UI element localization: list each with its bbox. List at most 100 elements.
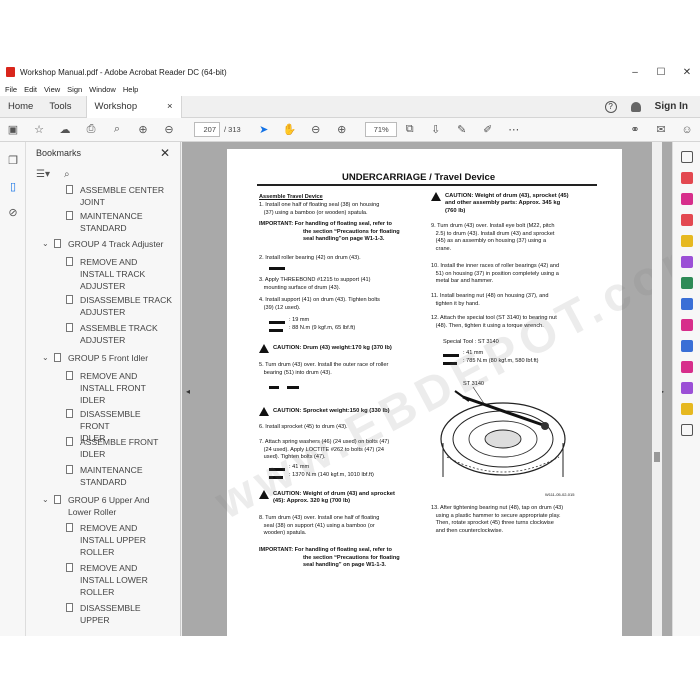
- bookmarks-panel: Bookmarks ✕ ☰▾ ⌕ ASSEMBLE CENTER JOINT MA…: [26, 142, 181, 636]
- compress-pdf-icon[interactable]: [680, 277, 693, 289]
- bookmark-item[interactable]: REMOVE AND INSTALL UPPER ROLLER: [66, 522, 146, 558]
- save-icon[interactable]: ▣: [5, 122, 21, 138]
- fit-page-icon[interactable]: ⧉: [402, 122, 418, 138]
- edit-pdf-icon[interactable]: [680, 361, 693, 373]
- draw-icon[interactable]: ✐: [480, 122, 496, 138]
- print-icon[interactable]: ⎙: [83, 122, 99, 138]
- comment-icon[interactable]: ✎: [454, 122, 470, 138]
- select-cursor-icon[interactable]: ➤: [256, 122, 272, 138]
- step-text: 1. Install one half of floating seal (38…: [259, 202, 380, 216]
- figure-code: W111-05-02-015: [545, 492, 575, 497]
- zoom-in-icon[interactable]: ⊕: [334, 122, 350, 138]
- maximize-button[interactable]: ☐: [648, 67, 674, 78]
- tool-icon: [269, 267, 285, 270]
- tab-document[interactable]: Workshop Manual... ×: [85, 95, 182, 134]
- email-icon[interactable]: ✉: [653, 122, 669, 138]
- next-page-icon[interactable]: ⊖: [161, 122, 177, 138]
- bookmark-item[interactable]: DISASSEMBLE TRACK ADJUSTER: [66, 294, 172, 318]
- page-thumbnails-icon[interactable]: ❐: [5, 152, 21, 168]
- chevron-down-icon[interactable]: ⌄: [42, 238, 49, 250]
- organize-pages-icon[interactable]: [680, 256, 693, 268]
- bookmark-item[interactable]: MAINTENANCE STANDARD: [66, 464, 143, 488]
- bookmark-item[interactable]: DISASSEMBLE UPPER: [66, 602, 172, 626]
- menu-view[interactable]: View: [44, 85, 60, 94]
- menu-window[interactable]: Window: [89, 85, 116, 94]
- zoom-out-icon[interactable]: ⊖: [308, 122, 324, 138]
- torque-icon: [269, 329, 283, 332]
- document-scrollbar[interactable]: [652, 142, 662, 636]
- create-pdf-icon[interactable]: [680, 193, 693, 205]
- bookmark-item[interactable]: REMOVE AND INSTALL LOWER ROLLER: [66, 562, 148, 598]
- tab-bar: Home Tools Workshop Manual... × ? Sign I…: [0, 95, 700, 134]
- page-number-input[interactable]: 207: [194, 122, 220, 137]
- pdf-page: UNDERCARRIAGE / Travel Device Assemble T…: [207, 149, 672, 636]
- notification-bell-icon[interactable]: [630, 101, 641, 112]
- bookmark-group-item[interactable]: ⌄ GROUP 4 Track Adjuster: [42, 238, 163, 250]
- combine-files-icon[interactable]: [680, 214, 693, 226]
- bookmark-icon: [66, 295, 73, 304]
- step-text: 11. Install bearing nut (48) on housing …: [431, 293, 549, 307]
- more-tools-icon[interactable]: [680, 424, 693, 436]
- zoom-search-icon[interactable]: ⌕: [109, 122, 125, 138]
- zoom-level-select[interactable]: 71%: [364, 122, 397, 137]
- bookmark-item[interactable]: ASSEMBLE FRONT IDLER: [66, 436, 158, 460]
- main-toolbar: ▣ ☆ ☁ ⎙ ⌕ ⊕ ⊖ 207 / 313 ➤ ✋ ⊖ ⊕ 71% ⧉ ⇩ …: [0, 118, 700, 142]
- menu-edit[interactable]: Edit: [24, 85, 37, 94]
- bookmark-item[interactable]: REMOVE AND INSTALL FRONT IDLER: [66, 370, 146, 406]
- caution-note: CAUTION: Weight of drum (43), sprocket (…: [445, 193, 569, 214]
- collapse-left-icon[interactable]: ◂: [186, 387, 190, 396]
- bookmark-group-item[interactable]: ⌄ GROUP 5 Front Idler: [42, 352, 148, 364]
- left-nav-rail: ❐ ▯ ⊘: [0, 142, 26, 636]
- bookmark-item[interactable]: MAINTENANCE STANDARD: [66, 210, 143, 234]
- bookmark-icon: [66, 603, 73, 612]
- comment-tool-icon[interactable]: [680, 235, 693, 247]
- bookmark-icon: [66, 371, 73, 380]
- step-text: 8. Turn drum (43) over. Install one half…: [259, 515, 380, 537]
- warning-icon: [259, 407, 269, 416]
- bookmark-item[interactable]: ASSEMBLE TRACK ADJUSTER: [66, 322, 158, 346]
- scan-icon[interactable]: [680, 403, 693, 415]
- tab-tools[interactable]: Tools: [41, 96, 79, 118]
- bookmark-group-item[interactable]: ⌄ GROUP 6 Upper And Lower Roller: [42, 494, 150, 518]
- scroll-mode-icon[interactable]: ⇩: [428, 122, 444, 138]
- find-bookmark-icon[interactable]: ⌕: [64, 169, 70, 180]
- chevron-down-icon[interactable]: ⌄: [42, 494, 49, 506]
- export-pdf-icon[interactable]: [680, 172, 693, 184]
- bookmark-item[interactable]: REMOVE AND INSTALL TRACK ADJUSTER: [66, 256, 145, 292]
- title-bar: Workshop Manual.pdf - Adobe Acrobat Read…: [0, 62, 700, 82]
- caution-note: CAUTION: Drum (43) weight:170 kg (370 lb…: [273, 345, 392, 351]
- bookmark-item[interactable]: ASSEMBLE CENTER JOINT: [66, 184, 164, 208]
- fill-sign-icon[interactable]: [680, 319, 693, 331]
- account-icon[interactable]: ☺: [679, 122, 695, 138]
- close-panel-icon[interactable]: ✕: [160, 146, 170, 160]
- document-viewer[interactable]: UNDERCARRIAGE / Travel Device Assemble T…: [182, 142, 672, 636]
- step-text: 13. After tightening bearing nut (48), t…: [431, 505, 564, 534]
- previous-page-icon[interactable]: ⊕: [135, 122, 151, 138]
- minimize-button[interactable]: –: [622, 67, 648, 78]
- protect-icon[interactable]: [680, 340, 693, 352]
- bookmark-options-icon[interactable]: ☰▾: [36, 169, 50, 180]
- menu-file[interactable]: File: [5, 85, 17, 94]
- bookmark-star-icon[interactable]: ☆: [31, 122, 47, 138]
- share-link-icon[interactable]: ⚭: [627, 122, 643, 138]
- bookmarks-panel-icon[interactable]: ▯: [5, 178, 21, 194]
- more-options-icon[interactable]: ⋯: [506, 122, 522, 138]
- chevron-down-icon[interactable]: ⌄: [42, 352, 49, 364]
- close-window-button[interactable]: ✕: [674, 67, 700, 78]
- document-scroll-thumb[interactable]: [654, 452, 660, 462]
- menu-sign[interactable]: Sign: [67, 85, 82, 94]
- bookmark-list: ASSEMBLE CENTER JOINT MAINTENANCE STANDARD…: [26, 184, 172, 636]
- search-tool-icon[interactable]: [680, 151, 693, 163]
- attachments-icon[interactable]: ⊘: [5, 204, 21, 220]
- cloud-upload-icon[interactable]: ☁: [57, 122, 73, 138]
- bookmark-icon: [66, 523, 73, 532]
- request-signature-icon[interactable]: [680, 382, 693, 394]
- menu-help[interactable]: Help: [123, 85, 138, 94]
- tab-close-icon[interactable]: ×: [167, 96, 173, 118]
- redact-icon[interactable]: [680, 298, 693, 310]
- tab-home[interactable]: Home: [0, 96, 41, 118]
- step-text: 2. Install roller bearing (42) on drum (…: [259, 255, 361, 261]
- sign-in-button[interactable]: Sign In: [655, 101, 688, 112]
- help-icon[interactable]: ?: [604, 100, 617, 113]
- hand-tool-icon[interactable]: ✋: [282, 122, 298, 138]
